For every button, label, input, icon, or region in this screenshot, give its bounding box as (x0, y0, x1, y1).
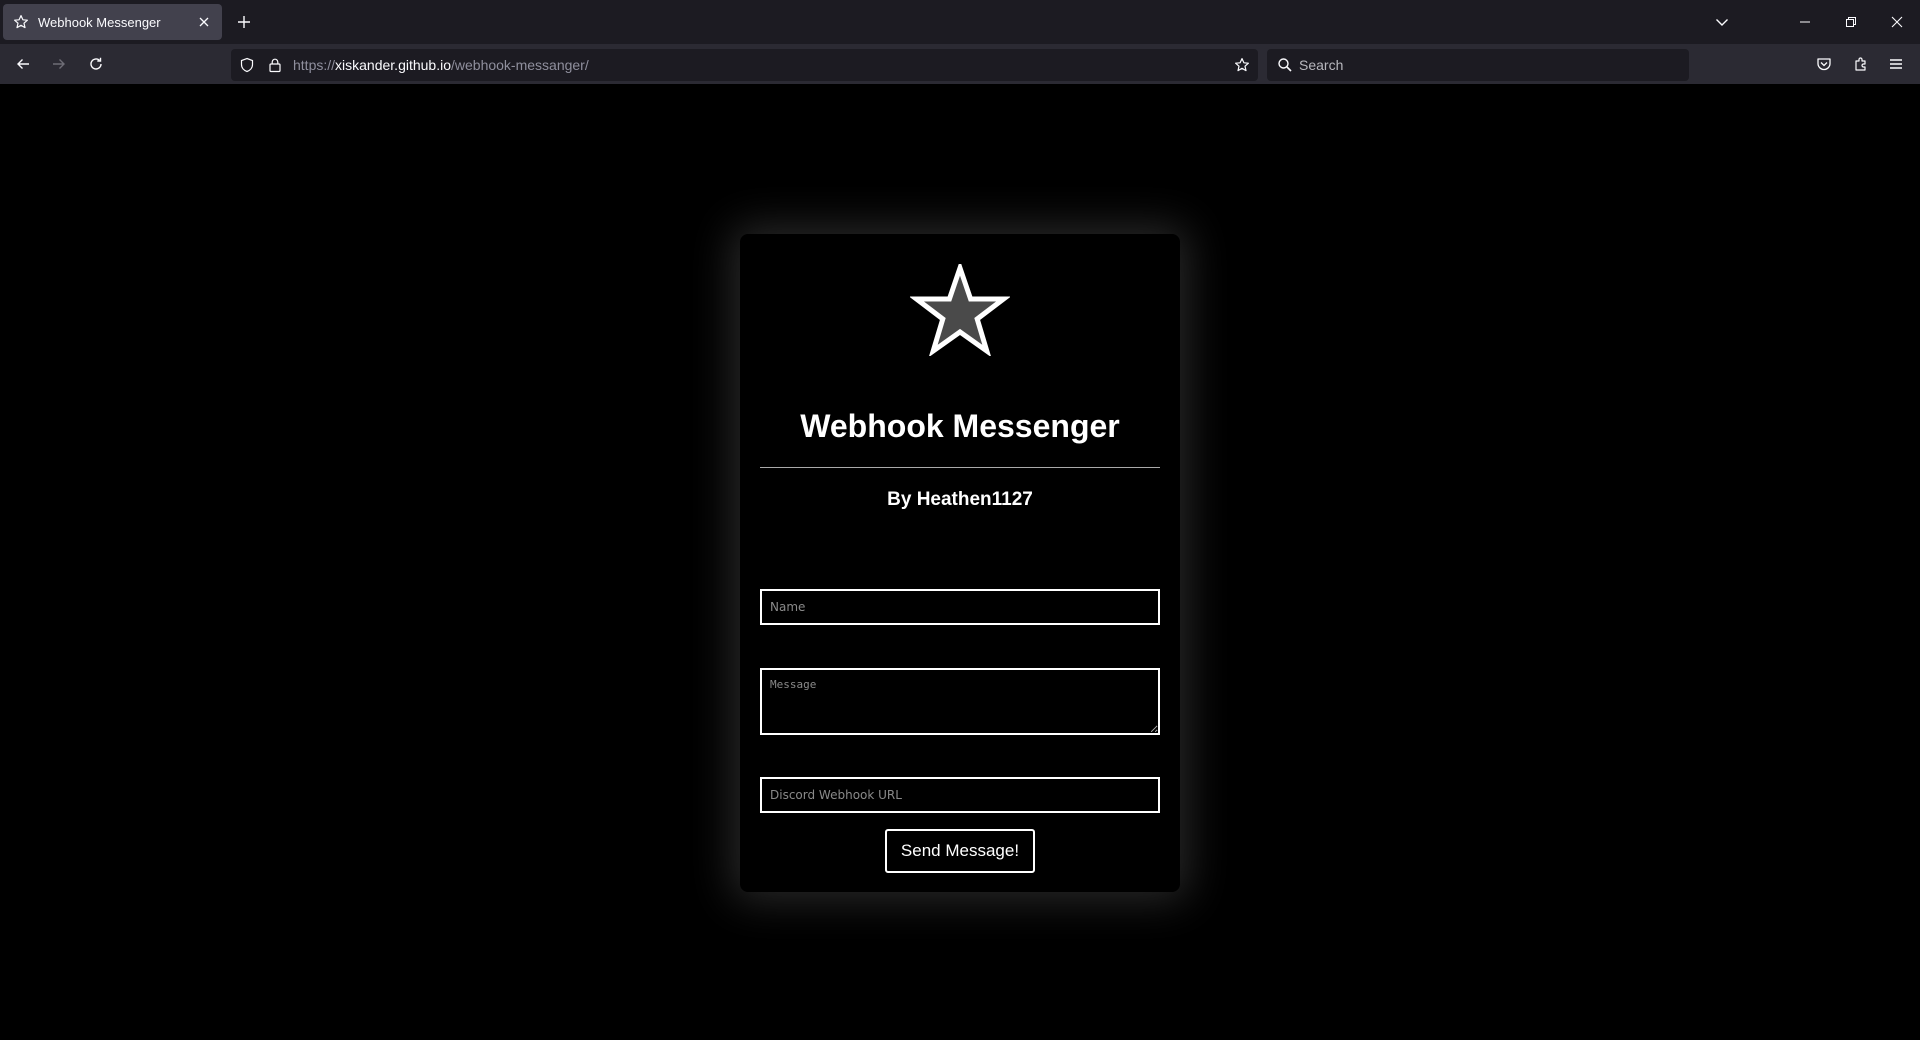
title-divider (760, 467, 1160, 468)
tab-title: Webhook Messenger (38, 14, 161, 30)
forward-button[interactable] (47, 52, 71, 76)
chevron-down-icon (1714, 14, 1730, 30)
list-all-tabs-button[interactable] (1710, 10, 1734, 34)
url-path: /webhook-messanger/ (451, 57, 589, 73)
minimize-button[interactable] (1782, 0, 1828, 44)
send-message-button[interactable]: Send Message! (885, 829, 1035, 873)
search-icon (1277, 57, 1293, 73)
shield-icon[interactable] (239, 57, 255, 73)
app-menu-button[interactable] (1884, 52, 1908, 76)
tab-strip: Webhook Messenger (0, 0, 1920, 44)
search-bar[interactable]: Search (1267, 49, 1689, 81)
message-textarea[interactable] (760, 668, 1160, 735)
arrow-left-icon (15, 56, 31, 72)
star-icon (909, 260, 1011, 358)
star-icon (13, 14, 29, 30)
messenger-card: Webhook Messenger By Heathen1127 Send Me… (740, 234, 1180, 892)
address-bar[interactable]: https://xiskander.github.io/webhook-mess… (231, 49, 1258, 81)
reload-button[interactable] (84, 52, 108, 76)
url-scheme: https:// (293, 57, 336, 73)
bookmark-star-icon[interactable] (1234, 57, 1250, 73)
name-input[interactable] (760, 589, 1160, 625)
extensions-button[interactable] (1849, 52, 1873, 76)
back-button[interactable] (11, 52, 35, 76)
browser-tab[interactable]: Webhook Messenger (3, 4, 222, 40)
new-tab-button[interactable] (232, 10, 256, 34)
author-subtitle: By Heathen1127 (887, 489, 1033, 510)
url-host: xiskander.github.io (335, 57, 451, 73)
page-title: Webhook Messenger (800, 408, 1120, 444)
close-tab-icon[interactable] (196, 14, 212, 30)
puzzle-icon (1853, 56, 1869, 72)
lock-icon[interactable] (267, 57, 283, 73)
hamburger-icon (1888, 56, 1904, 72)
page-viewport: Webhook Messenger By Heathen1127 Send Me… (0, 84, 1920, 1040)
restore-icon (1843, 14, 1859, 30)
url-text[interactable]: https://xiskander.github.io/webhook-mess… (293, 57, 589, 73)
webhook-url-input[interactable] (760, 777, 1160, 813)
close-icon (1889, 14, 1905, 30)
reload-icon (88, 56, 104, 72)
arrow-right-icon (51, 56, 67, 72)
pocket-button[interactable] (1812, 52, 1836, 76)
minimize-icon (1797, 14, 1813, 30)
search-placeholder: Search (1299, 57, 1344, 73)
restore-button[interactable] (1828, 0, 1874, 44)
close-window-button[interactable] (1874, 0, 1920, 44)
pocket-icon (1816, 56, 1832, 72)
